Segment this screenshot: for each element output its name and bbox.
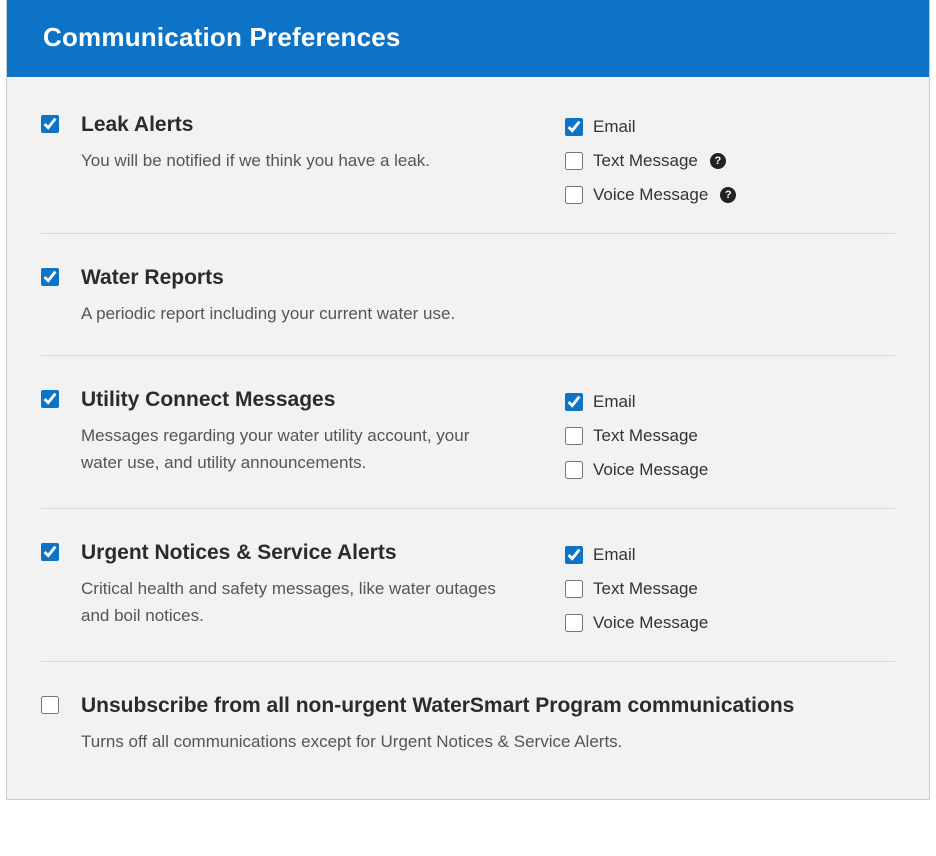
utility-connect-checkbox[interactable] [41, 390, 59, 408]
channel-row: Voice Message ? [565, 613, 895, 633]
channel-row: Text Message ? [565, 426, 895, 446]
leak-alerts-desc: You will be notified if we think you hav… [81, 147, 501, 174]
channel-row: Email [565, 117, 895, 137]
channel-text-label: Text Message [593, 579, 698, 599]
unsubscribe-title: Unsubscribe from all non-urgent WaterSma… [81, 694, 855, 718]
urgent-notices-checkbox[interactable] [41, 543, 59, 561]
channel-row: Text Message ? [565, 151, 895, 171]
section-urgent-notices: Urgent Notices & Service Alerts Critical… [41, 531, 895, 662]
unsubscribe-checkbox[interactable] [41, 696, 59, 714]
channel-row: Email [565, 545, 895, 565]
help-icon[interactable]: ? [720, 187, 736, 203]
channel-text-label: Text Message [593, 426, 698, 446]
utility-connect-desc: Messages regarding your water utility ac… [81, 422, 501, 476]
channel-email-label: Email [593, 117, 636, 137]
channel-email-label: Email [593, 545, 636, 565]
leak-alerts-title: Leak Alerts [81, 113, 525, 137]
utility-text-checkbox[interactable] [565, 427, 583, 445]
section-utility-connect: Utility Connect Messages Messages regard… [41, 378, 895, 509]
channel-row: Voice Message ? [565, 185, 895, 205]
channel-row: Email [565, 392, 895, 412]
leak-alerts-channels: Email Text Message ? Voice Message ? [565, 113, 895, 205]
channel-row: Text Message ? [565, 579, 895, 599]
urgent-notices-desc: Critical health and safety messages, lik… [81, 575, 501, 629]
urgent-text-checkbox[interactable] [565, 580, 583, 598]
channel-email-label: Email [593, 392, 636, 412]
utility-connect-channels: Email Text Message ? Voice Message ? [565, 388, 895, 480]
panel-title: Communication Preferences [43, 22, 401, 52]
panel-header: Communication Preferences [7, 0, 929, 77]
utility-email-checkbox[interactable] [565, 393, 583, 411]
help-icon[interactable]: ? [710, 153, 726, 169]
unsubscribe-desc: Turns off all communications except for … [81, 728, 855, 755]
section-water-reports: Water Reports A periodic report includin… [41, 256, 895, 356]
leak-email-checkbox[interactable] [565, 118, 583, 136]
urgent-notices-title: Urgent Notices & Service Alerts [81, 541, 525, 565]
urgent-email-checkbox[interactable] [565, 546, 583, 564]
water-reports-checkbox[interactable] [41, 268, 59, 286]
utility-voice-checkbox[interactable] [565, 461, 583, 479]
channel-row: Voice Message ? [565, 460, 895, 480]
leak-voice-checkbox[interactable] [565, 186, 583, 204]
urgent-notices-channels: Email Text Message ? Voice Message ? [565, 541, 895, 633]
panel-content: Leak Alerts You will be notified if we t… [7, 77, 929, 799]
section-leak-alerts: Leak Alerts You will be notified if we t… [41, 103, 895, 234]
utility-connect-title: Utility Connect Messages [81, 388, 525, 412]
channel-text-label: Text Message [593, 151, 698, 171]
channel-voice-label: Voice Message [593, 460, 708, 480]
water-reports-desc: A periodic report including your current… [81, 300, 501, 327]
leak-alerts-checkbox[interactable] [41, 115, 59, 133]
section-unsubscribe: Unsubscribe from all non-urgent WaterSma… [41, 684, 895, 765]
water-reports-title: Water Reports [81, 266, 525, 290]
leak-text-checkbox[interactable] [565, 152, 583, 170]
channel-voice-label: Voice Message [593, 185, 708, 205]
preferences-panel: Communication Preferences Leak Alerts Yo… [6, 0, 930, 800]
channel-voice-label: Voice Message [593, 613, 708, 633]
urgent-voice-checkbox[interactable] [565, 614, 583, 632]
